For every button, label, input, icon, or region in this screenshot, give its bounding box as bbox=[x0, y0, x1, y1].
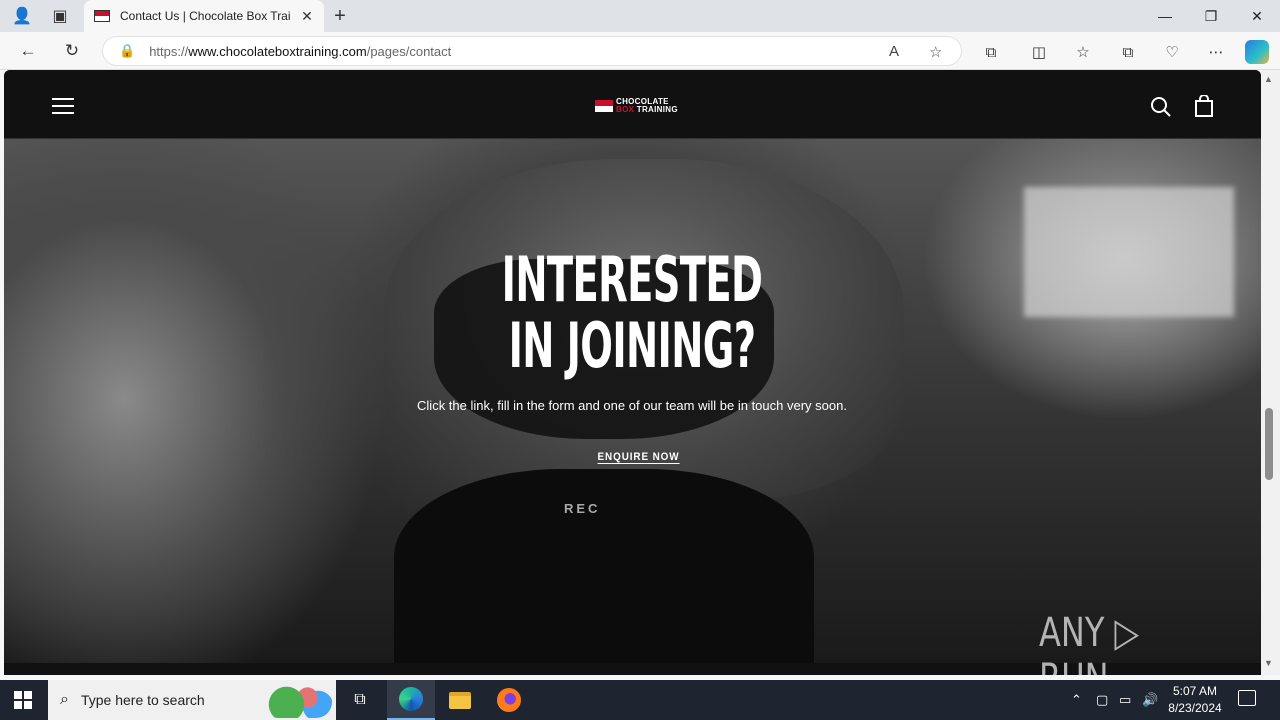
notification-icon[interactable] bbox=[1238, 690, 1256, 706]
address-toolbar: ← ↻ 🔒 https://www.chocolateboxtraining.c… bbox=[0, 32, 1280, 70]
enquire-now-link[interactable]: ENQUIRE NOW bbox=[598, 451, 680, 463]
logo-flag-icon bbox=[595, 100, 613, 112]
tab-actions-icon[interactable]: ▣ bbox=[50, 6, 70, 26]
anyrun-watermark: ANY ▷ RUN bbox=[1039, 610, 1140, 675]
restore-button[interactable]: ❐ bbox=[1188, 0, 1234, 32]
address-bar[interactable]: 🔒 https://www.chocolateboxtraining.com/p… bbox=[102, 36, 962, 66]
tab-contact-us[interactable]: Contact Us | Chocolate Box Trainin ✕ bbox=[84, 0, 324, 32]
cart-bag-icon[interactable] bbox=[1194, 95, 1214, 117]
taskbar-firefox[interactable] bbox=[485, 680, 533, 720]
split-screen-icon[interactable]: ◫ bbox=[1028, 42, 1050, 62]
taskbar-clock[interactable]: 5:07 AM 8/23/2024 bbox=[1162, 683, 1228, 717]
folder-icon bbox=[449, 691, 471, 709]
logo-line2: BOX TRAINING bbox=[616, 105, 678, 114]
task-view-button[interactable]: ⧉ bbox=[336, 680, 384, 720]
tab-title: Contact Us | Chocolate Box Trainin bbox=[120, 9, 290, 23]
extensions-icon[interactable]: ⧉ bbox=[980, 42, 1002, 62]
search-icon[interactable] bbox=[1150, 96, 1172, 118]
scroll-up-icon[interactable]: ▲ bbox=[1264, 74, 1273, 84]
favorite-star-icon[interactable]: ☆ bbox=[929, 43, 942, 61]
volume-icon[interactable]: 🔊 bbox=[1142, 692, 1158, 708]
web-page: CHOCOLATE BOX TRAINING REC INTERESTED IN… bbox=[4, 70, 1261, 675]
more-menu-icon[interactable]: ⋯ bbox=[1205, 42, 1227, 62]
search-highlight-icon[interactable] bbox=[262, 684, 332, 718]
windows-taskbar: ⌕ Type here to search ⧉ ⌃ ▢ ▭ 🔊 5:07 AM … bbox=[0, 680, 1280, 720]
new-tab-icon[interactable]: + bbox=[330, 5, 350, 27]
collections-icon[interactable]: ⧉ bbox=[1117, 42, 1139, 62]
hero-background-window bbox=[1024, 187, 1234, 317]
read-aloud-icon[interactable]: A bbox=[889, 43, 899, 60]
clock-date: 8/23/2024 bbox=[1168, 701, 1222, 715]
site-header: CHOCOLATE BOX TRAINING bbox=[4, 70, 1261, 139]
taskbar-edge[interactable] bbox=[387, 680, 435, 720]
lock-icon: 🔒 bbox=[119, 43, 136, 58]
task-view-icon: ⧉ bbox=[354, 691, 366, 708]
browser-essentials-icon[interactable]: ♡ bbox=[1161, 42, 1183, 62]
scrollbar-thumb[interactable] bbox=[1265, 408, 1273, 480]
tray-device-icon[interactable]: ▢ bbox=[1096, 692, 1108, 708]
back-arrow-icon[interactable]: ← bbox=[16, 40, 40, 62]
profile-icon[interactable]: 👤 bbox=[12, 6, 32, 26]
menu-icon[interactable] bbox=[52, 98, 74, 114]
favorites-icon[interactable]: ☆ bbox=[1072, 42, 1094, 62]
search-glass-icon: ⌕ bbox=[60, 691, 69, 708]
browser-tab-bar: 👤 ▣ Contact Us | Chocolate Box Trainin ✕… bbox=[0, 0, 1280, 32]
edge-icon bbox=[399, 687, 423, 711]
refresh-icon[interactable]: ↻ bbox=[60, 40, 84, 62]
scroll-down-icon[interactable]: ▼ bbox=[1264, 658, 1273, 668]
network-icon[interactable]: ▭ bbox=[1119, 692, 1131, 708]
minimize-button[interactable]: — bbox=[1142, 0, 1188, 32]
hero-subtitle: Click the link, fill in the form and one… bbox=[417, 398, 847, 413]
tab-close-icon[interactable]: ✕ bbox=[298, 8, 316, 25]
tray-chevron-icon[interactable]: ⌃ bbox=[1071, 692, 1082, 708]
page-scrollbar[interactable]: ▲ ▼ bbox=[1261, 70, 1280, 675]
site-favicon-icon bbox=[94, 10, 110, 22]
hero-title: INTERESTED IN JOINING? bbox=[501, 243, 763, 382]
hero-banner: REC INTERESTED IN JOINING? Click the lin… bbox=[4, 139, 1261, 663]
firefox-icon bbox=[497, 688, 521, 712]
taskbar-search-placeholder: Type here to search bbox=[80, 692, 205, 708]
close-window-button[interactable]: ✕ bbox=[1234, 0, 1280, 32]
copilot-icon[interactable] bbox=[1245, 40, 1269, 64]
hero-athlete-shorts bbox=[394, 469, 814, 663]
clock-time: 5:07 AM bbox=[1172, 684, 1218, 698]
taskbar-file-explorer[interactable] bbox=[436, 680, 484, 720]
windows-start-icon[interactable] bbox=[14, 691, 32, 709]
url-text[interactable]: https://www.chocolateboxtraining.com/pag… bbox=[149, 44, 451, 59]
site-logo[interactable]: CHOCOLATE BOX TRAINING bbox=[595, 98, 678, 114]
shorts-print: REC bbox=[564, 501, 601, 516]
